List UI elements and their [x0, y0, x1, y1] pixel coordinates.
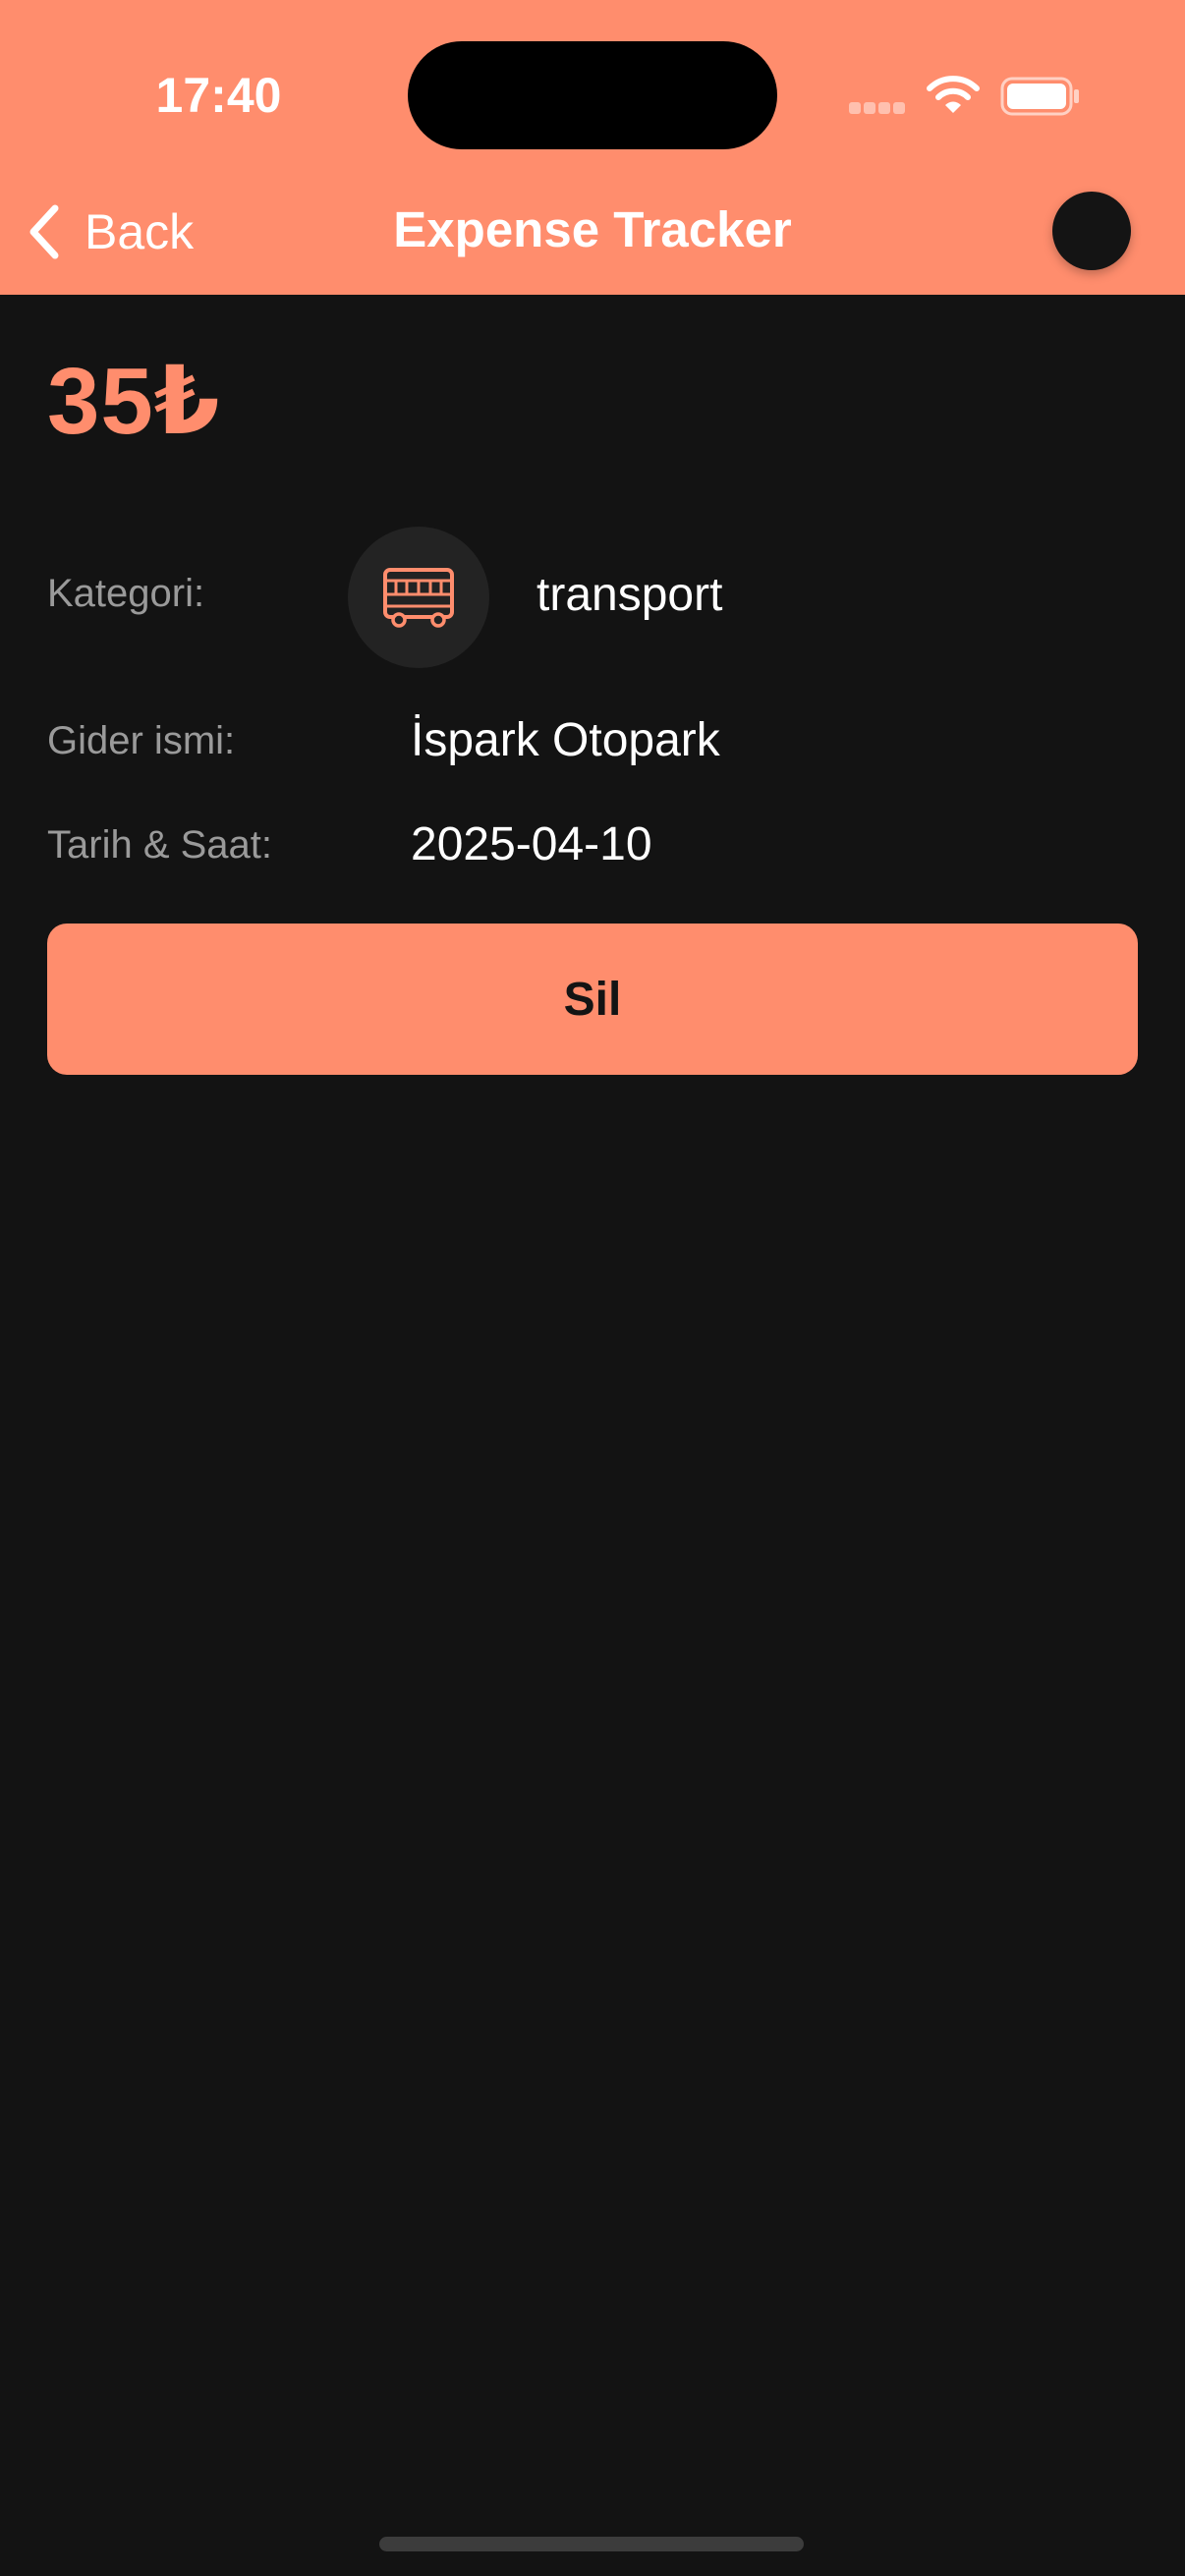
expense-name-value: İspark Otopark	[411, 714, 720, 766]
header: 17:40 Back Expense Tracker	[0, 0, 1185, 295]
date-time-value: 2025-04-10	[411, 818, 652, 870]
chevron-left-icon	[29, 204, 59, 259]
avatar[interactable]	[1052, 192, 1131, 270]
back-button[interactable]: Back	[24, 196, 194, 267]
expense-amount: 35₺	[47, 349, 221, 454]
expense-detail-screen: 17:40 Back Expense Tracker 35₺ Kategori:	[0, 0, 1185, 2576]
page-title: Expense Tracker	[393, 201, 792, 257]
expense-name-label: Gider ismi:	[47, 719, 236, 762]
signal-dots-icon	[849, 102, 906, 114]
delete-button[interactable]: Sil	[47, 924, 1138, 1075]
battery-icon	[1000, 77, 1079, 116]
home-indicator[interactable]	[379, 2537, 804, 2551]
back-label: Back	[85, 204, 195, 259]
date-time-label: Tarih & Saat:	[47, 823, 273, 867]
status-time: 17:40	[155, 68, 282, 123]
dynamic-island	[408, 41, 777, 149]
category-label: Kategori:	[47, 572, 205, 615]
category-value: transport	[536, 569, 723, 621]
delete-label: Sil	[563, 973, 622, 1026]
category-icon-badge	[348, 527, 489, 668]
bus-icon	[383, 568, 454, 628]
wifi-icon	[927, 76, 980, 113]
